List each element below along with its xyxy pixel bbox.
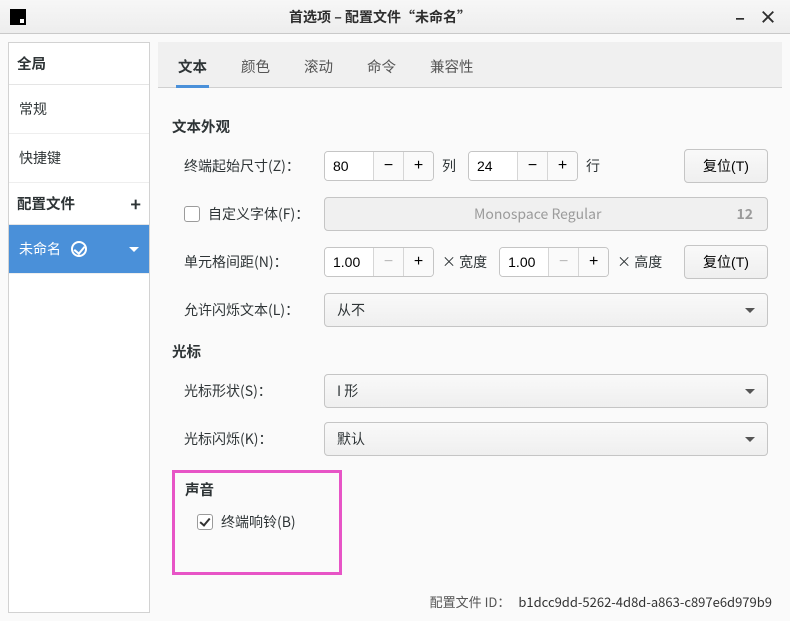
cell-spacing-label: 单元格间距(N)： bbox=[184, 252, 324, 272]
font-size: 12 bbox=[736, 204, 753, 224]
blink-text-value: 从不 bbox=[337, 300, 745, 320]
content-area: 文本 颜色 滚动 命令 兼容性 文本外观 终端起始尺寸(Z)： − + 列 − bbox=[158, 42, 782, 613]
sidebar-item-profile-selected[interactable]: 未命名 bbox=[9, 225, 149, 274]
font-chooser-button: Monospace Regular 12 bbox=[324, 197, 768, 231]
rows-plus[interactable]: + bbox=[547, 152, 577, 180]
cursor-blink-combo[interactable]: 默认 bbox=[324, 422, 768, 456]
cursor-blink-value: 默认 bbox=[337, 429, 745, 449]
cellwidth-plus[interactable]: + bbox=[403, 248, 433, 276]
section-sound-heading: 声音 bbox=[185, 479, 329, 500]
columns-stepper[interactable]: − + bbox=[324, 151, 434, 181]
tab-command[interactable]: 命令 bbox=[365, 46, 398, 87]
chevron-down-icon bbox=[745, 389, 755, 394]
cellwidth-stepper[interactable]: − + bbox=[324, 247, 434, 277]
window-title: 首选项 – 配置文件“未命名” bbox=[289, 7, 471, 27]
profile-menu-caret-icon[interactable] bbox=[129, 247, 139, 252]
cursor-shape-label: 光标形状(S)： bbox=[184, 381, 324, 401]
reset-spacing-button[interactable]: 复位(T) bbox=[684, 245, 768, 279]
columns-minus[interactable]: − bbox=[373, 152, 403, 180]
sidebar-profile-name: 未命名 bbox=[19, 239, 61, 259]
profile-id-value: b1dcc9dd-5262-4d8d-a863-c897e6d979b9 bbox=[518, 592, 772, 611]
rows-minus[interactable]: − bbox=[517, 152, 547, 180]
titlebar: 首选项 – 配置文件“未命名” – × bbox=[0, 0, 790, 34]
close-button[interactable]: × bbox=[756, 5, 780, 29]
rows-stepper[interactable]: − + bbox=[468, 151, 578, 181]
rows-input[interactable] bbox=[469, 152, 517, 180]
sidebar-global-label: 全局 bbox=[17, 53, 46, 74]
sidebar-profiles-header: 配置文件 + bbox=[9, 183, 149, 225]
blink-text-label: 允许闪烁文本(L)： bbox=[184, 300, 324, 320]
sidebar: 全局 常规 快捷键 配置文件 + 未命名 bbox=[8, 42, 150, 613]
minimize-button[interactable]: – bbox=[728, 5, 752, 29]
columns-plus[interactable]: + bbox=[403, 152, 433, 180]
terminal-bell-checkbox[interactable] bbox=[197, 514, 213, 530]
columns-input[interactable] bbox=[325, 152, 373, 180]
chevron-down-icon bbox=[745, 308, 755, 313]
terminal-bell-label: 终端响铃(B) bbox=[221, 512, 296, 532]
custom-font-label: 自定义字体(F)： bbox=[208, 204, 309, 224]
tab-compat[interactable]: 兼容性 bbox=[428, 46, 476, 87]
cellwidth-input[interactable] bbox=[325, 248, 373, 276]
active-profile-check-icon bbox=[71, 241, 87, 257]
rows-unit: 行 bbox=[586, 156, 600, 176]
cursor-shape-combo[interactable]: I 形 bbox=[324, 374, 768, 408]
tab-scroll[interactable]: 滚动 bbox=[302, 46, 335, 87]
tabs-bar: 文本 颜色 滚动 命令 兼容性 bbox=[158, 42, 782, 88]
cellwidth-minus: − bbox=[373, 248, 403, 276]
cursor-shape-value: I 形 bbox=[337, 381, 745, 401]
section-cursor-heading: 光标 bbox=[172, 341, 768, 362]
cellheight-stepper[interactable]: − + bbox=[499, 247, 609, 277]
sidebar-global-header: 全局 bbox=[9, 43, 149, 85]
tab-text[interactable]: 文本 bbox=[176, 46, 209, 88]
section-appearance-heading: 文本外观 bbox=[172, 116, 768, 137]
cellwidth-unit: × 宽度 bbox=[442, 252, 487, 272]
reset-size-button[interactable]: 复位(T) bbox=[684, 149, 768, 183]
terminal-app-icon bbox=[10, 9, 26, 25]
profile-id-label: 配置文件 ID： bbox=[430, 592, 511, 611]
footer: 配置文件 ID： b1dcc9dd-5262-4d8d-a863-c897e6d… bbox=[158, 588, 782, 613]
cursor-blink-label: 光标闪烁(K)： bbox=[184, 429, 324, 449]
font-name: Monospace Regular bbox=[339, 204, 736, 224]
columns-unit: 列 bbox=[442, 156, 456, 176]
tab-color[interactable]: 颜色 bbox=[239, 46, 272, 87]
initial-size-label: 终端起始尺寸(Z)： bbox=[184, 156, 324, 176]
cellheight-plus[interactable]: + bbox=[578, 248, 608, 276]
custom-font-checkbox[interactable] bbox=[184, 206, 200, 222]
add-profile-icon[interactable]: + bbox=[130, 197, 141, 211]
cellheight-input[interactable] bbox=[500, 248, 548, 276]
sound-highlight-box: 声音 终端响铃(B) bbox=[172, 470, 342, 575]
cellheight-minus: − bbox=[548, 248, 578, 276]
chevron-down-icon bbox=[745, 437, 755, 442]
sidebar-item-shortcuts[interactable]: 快捷键 bbox=[9, 134, 149, 183]
cellheight-unit: × 高度 bbox=[617, 252, 662, 272]
sidebar-item-general[interactable]: 常规 bbox=[9, 85, 149, 134]
sidebar-profiles-label: 配置文件 bbox=[17, 193, 75, 214]
blink-text-combo[interactable]: 从不 bbox=[324, 293, 768, 327]
